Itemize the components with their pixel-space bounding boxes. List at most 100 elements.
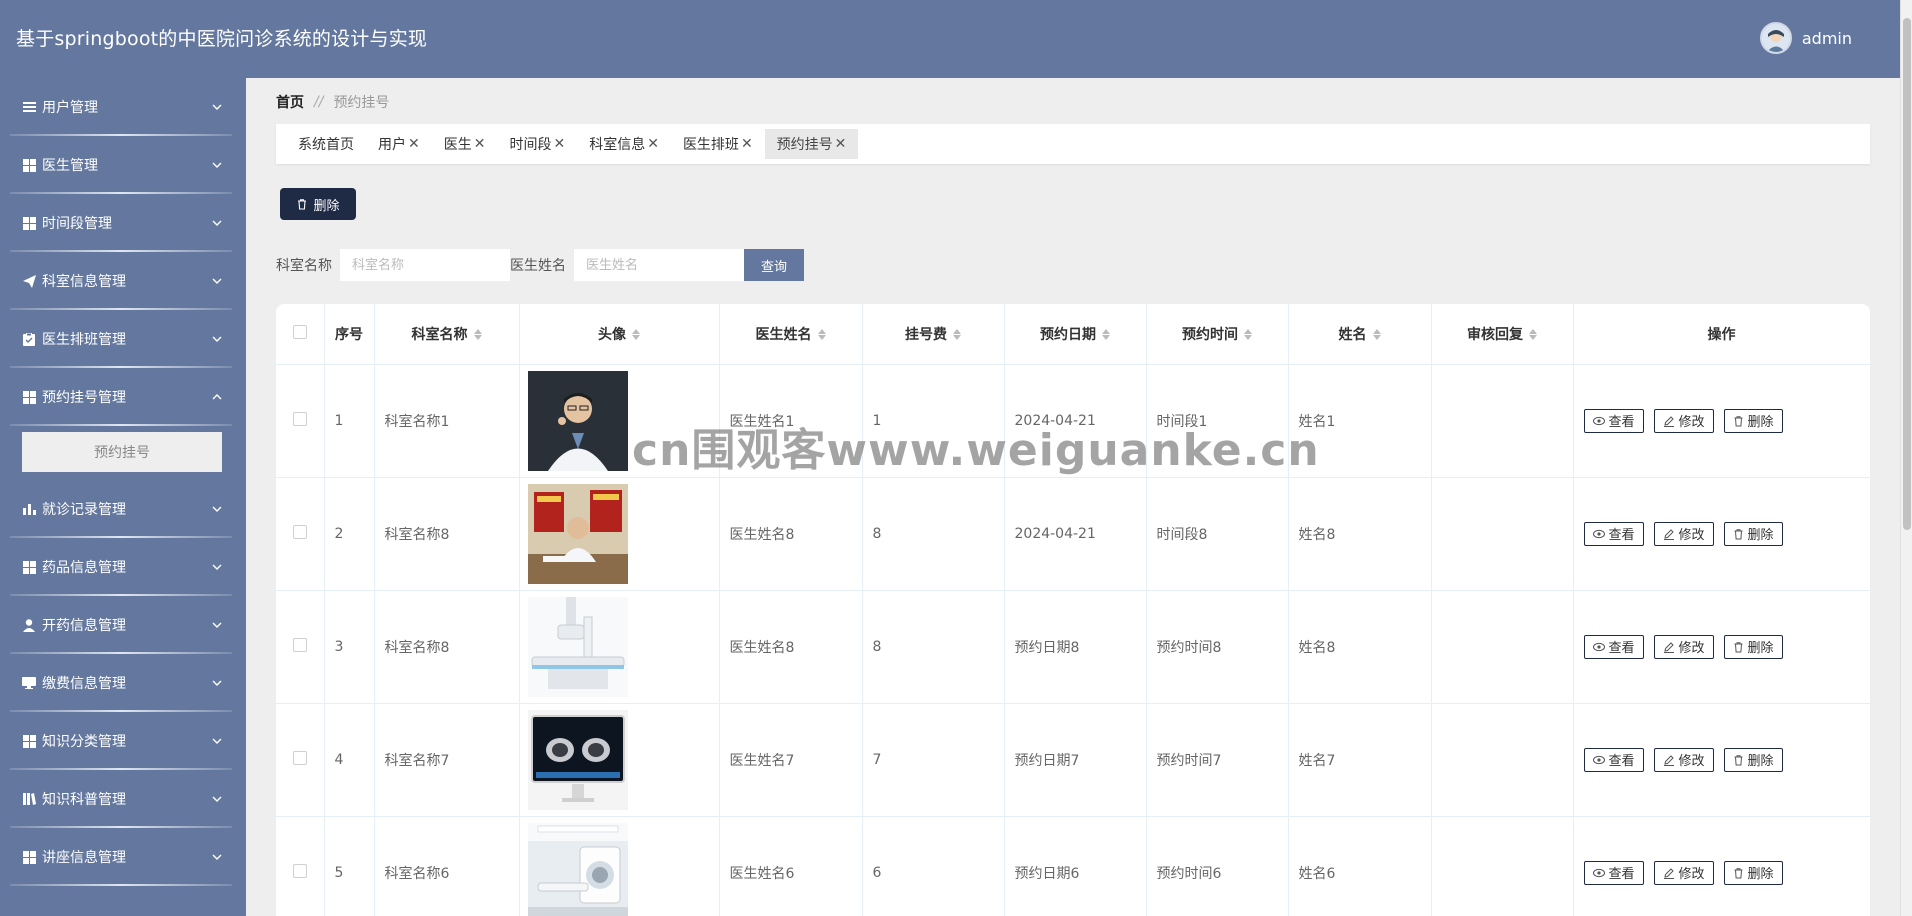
cell-no: 5	[324, 816, 375, 916]
edit-button[interactable]: 修改	[1653, 860, 1714, 885]
ct-monitor-image	[527, 709, 719, 810]
delete-button[interactable]: 删除	[1723, 521, 1783, 546]
edit-button[interactable]: 修改	[1653, 408, 1714, 433]
sidebar-item-2[interactable]: 医生管理	[0, 136, 246, 194]
doctor-search-input[interactable]	[574, 249, 744, 281]
scrollbar-thumb[interactable]	[1903, 18, 1911, 530]
sort-icon[interactable]	[632, 329, 640, 341]
column-header[interactable]: 预约日期	[1004, 304, 1147, 365]
column-header[interactable]: 预约时间	[1146, 304, 1289, 365]
dept-search-input[interactable]	[340, 249, 510, 281]
view-button[interactable]: 查看	[1583, 860, 1644, 885]
sidebar-item-6[interactable]: 预约挂号管理	[0, 368, 246, 426]
close-icon[interactable]: ✕	[474, 136, 486, 152]
row-checkbox[interactable]	[292, 637, 307, 652]
column-header[interactable]: 姓名	[1288, 304, 1432, 365]
user-menu[interactable]: admin	[1759, 22, 1852, 54]
book-icon	[22, 792, 36, 806]
view-button[interactable]: 查看	[1583, 521, 1644, 546]
row-checkbox[interactable]	[292, 750, 307, 765]
cell-dept: 科室名称1	[374, 364, 520, 478]
cell-avatar	[519, 364, 720, 478]
tab-label: 用户	[378, 137, 406, 153]
row-select-cell	[276, 477, 325, 591]
cell-avatar	[519, 477, 720, 591]
table-row: 2 科室名称8 医生姓名8 8 2024-04-21 时间段8 姓名8 查看 修改 删除	[276, 477, 1870, 591]
close-icon[interactable]: ✕	[553, 136, 565, 152]
monitor-icon	[22, 676, 36, 690]
sidebar-item-3[interactable]: 时间段管理	[0, 194, 246, 252]
cell-time: 时间段8	[1146, 477, 1289, 591]
sidebar-item-7[interactable]: 就诊记录管理	[0, 480, 246, 538]
row-checkbox[interactable]	[292, 863, 307, 878]
grid-icon	[22, 850, 36, 864]
close-icon[interactable]: ✕	[741, 136, 753, 152]
cell-name: 姓名1	[1288, 364, 1432, 478]
column-header[interactable]: 科室名称	[374, 304, 520, 365]
batch-delete-button[interactable]: 删除	[280, 188, 356, 220]
query-button[interactable]: 查询	[744, 249, 804, 281]
column-header[interactable]: 审核回复	[1431, 304, 1574, 365]
sidebar-item-8[interactable]: 药品信息管理	[0, 538, 246, 596]
sidebar-item-1[interactable]: 用户管理	[0, 78, 246, 136]
sidebar-item-11[interactable]: 知识分类管理	[0, 712, 246, 770]
page-scrollbar[interactable]	[1900, 0, 1912, 916]
sort-icon[interactable]	[1102, 329, 1110, 341]
sidebar-item-label: 科室信息管理	[42, 274, 126, 290]
delete-button[interactable]: 删除	[1723, 634, 1783, 659]
sidebar-item-13[interactable]: 讲座信息管理	[0, 828, 246, 886]
sidebar-item-4[interactable]: 科室信息管理	[0, 252, 246, 310]
sort-icon[interactable]	[473, 329, 482, 341]
trash-icon	[1734, 867, 1743, 878]
grid-icon	[22, 734, 36, 748]
row-checkbox[interactable]	[292, 524, 307, 539]
tab-1[interactable]: 系统首页	[286, 129, 366, 159]
close-icon[interactable]: ✕	[647, 136, 659, 152]
sidebar-item-9[interactable]: 开药信息管理	[0, 596, 246, 654]
sidebar-item-5[interactable]: 医生排班管理	[0, 310, 246, 368]
view-button[interactable]: 查看	[1583, 634, 1644, 659]
delete-button[interactable]: 删除	[1723, 408, 1783, 433]
sidebar-item-12[interactable]: 知识科普管理	[0, 770, 246, 828]
avatar[interactable]	[1759, 22, 1792, 54]
edit-icon	[1663, 641, 1674, 653]
sidebar-item-label: 预约挂号管理	[42, 390, 126, 406]
column-header: 操作	[1573, 304, 1870, 365]
view-button[interactable]: 查看	[1583, 408, 1644, 433]
tab-4[interactable]: 时间段 ✕	[497, 129, 577, 159]
tab-6[interactable]: 医生排班 ✕	[671, 129, 765, 159]
tab-7[interactable]: 预约挂号 ✕	[764, 129, 859, 159]
tab-2[interactable]: 用户 ✕	[366, 129, 432, 159]
column-header-label: 操作	[1707, 326, 1736, 343]
select-all-checkbox[interactable]	[292, 324, 307, 339]
sidebar-item-10[interactable]: 缴费信息管理	[0, 654, 246, 712]
view-label: 查看	[1608, 641, 1635, 656]
cell-dept: 科室名称8	[374, 477, 520, 591]
view-button[interactable]: 查看	[1583, 747, 1644, 772]
sort-icon[interactable]	[817, 329, 826, 341]
sidebar-subitem-appointment[interactable]: 预约挂号	[22, 432, 222, 472]
edit-button[interactable]: 修改	[1653, 521, 1714, 546]
column-header[interactable]: 挂号费	[862, 304, 1005, 365]
tab-3[interactable]: 医生 ✕	[432, 129, 498, 159]
delete-button[interactable]: 删除	[1723, 860, 1783, 885]
breadcrumb: 首页 // 预约挂号	[276, 92, 389, 112]
column-header-label: 预约日期	[1040, 326, 1096, 343]
close-icon[interactable]: ✕	[408, 136, 420, 152]
sort-icon[interactable]	[953, 329, 961, 341]
column-header[interactable]: 医生姓名	[719, 304, 863, 365]
close-icon[interactable]: ✕	[835, 136, 847, 152]
cell-fee: 8	[862, 590, 1005, 704]
chevron-down-icon	[210, 676, 224, 690]
sort-icon[interactable]	[1529, 329, 1537, 341]
tab-5[interactable]: 科室信息 ✕	[577, 129, 671, 159]
sort-icon[interactable]	[1372, 329, 1381, 341]
edit-button[interactable]: 修改	[1653, 634, 1714, 659]
sort-icon[interactable]	[1244, 329, 1252, 341]
edit-button[interactable]: 修改	[1653, 747, 1714, 772]
row-checkbox[interactable]	[292, 411, 307, 426]
delete-button[interactable]: 删除	[1723, 747, 1783, 772]
breadcrumb-home[interactable]: 首页	[276, 92, 304, 112]
cell-fee: 1	[862, 364, 1005, 478]
column-header[interactable]: 头像	[519, 304, 720, 365]
